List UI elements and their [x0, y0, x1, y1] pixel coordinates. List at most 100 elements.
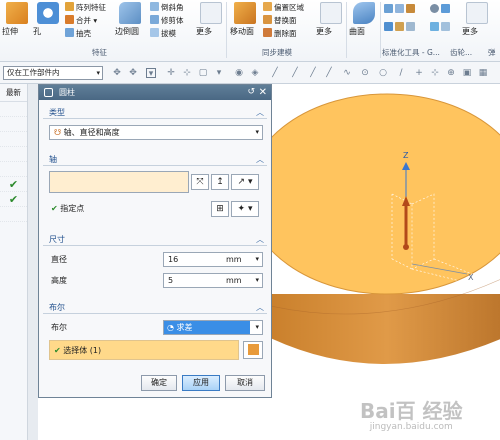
move-face-button[interactable]: 移动面: [230, 2, 260, 46]
std-tool-1[interactable]: [384, 4, 417, 15]
rectangle-select-icon[interactable]: ▢: [198, 68, 208, 78]
move-face-icon: [234, 2, 256, 24]
chamfer-icon: [150, 2, 159, 11]
graphics-viewport[interactable]: Z X: [272, 84, 500, 440]
point-icon[interactable]: ⊹: [430, 68, 440, 78]
curve-icon[interactable]: ∿: [342, 68, 352, 78]
height-input[interactable]: 5 mm ▾: [163, 273, 263, 288]
midpoint-icon[interactable]: ⊙: [360, 68, 370, 78]
delete-face-button[interactable]: 删除面: [263, 28, 297, 39]
edge-blend-button[interactable]: 边倒圆: [115, 2, 145, 46]
navigator-row[interactable]: ✔: [0, 177, 27, 192]
offset-region-button[interactable]: 偏置区域: [263, 2, 304, 13]
draft-button[interactable]: 拔模: [150, 28, 176, 39]
draft-icon: [150, 28, 159, 37]
tool-icon: [441, 22, 450, 31]
line-icon[interactable]: ╱: [324, 68, 334, 78]
vector-dialog-icon[interactable]: ↥: [211, 174, 229, 190]
point-icon: ✦: [237, 204, 246, 214]
circle-icon[interactable]: ○: [378, 68, 388, 78]
line-icon[interactable]: ╱: [308, 68, 318, 78]
extrude-button[interactable]: 拉伸: [2, 2, 32, 46]
cube-icon[interactable]: ◈: [250, 68, 260, 78]
vector-type-dropdown[interactable]: ↗ ▾: [231, 174, 259, 190]
shell-button[interactable]: 抽壳: [65, 28, 91, 39]
reset-icon[interactable]: ↺: [247, 85, 255, 100]
specify-vector-field[interactable]: [49, 171, 189, 193]
cylinder-dialog: 圆柱 ↺ ✕ 类型 ︿ ☋ 轴、直径和高度 ▾ 轴 ︿ ⤧ ↥ ↗ ▾ ✔ 指定…: [38, 84, 272, 398]
line-icon[interactable]: ╱: [290, 68, 300, 78]
plus-icon[interactable]: +: [414, 68, 424, 78]
navigator-row[interactable]: [0, 147, 27, 162]
unite-icon: [65, 15, 74, 24]
z-axis-label: Z: [403, 151, 409, 160]
dialog-title-bar[interactable]: 圆柱 ↺ ✕: [39, 85, 271, 100]
pattern-feature-button[interactable]: 阵列特征: [65, 2, 106, 13]
more-std-button[interactable]: 更多: [462, 2, 492, 46]
gear-tool-2[interactable]: [430, 22, 452, 33]
chamfer-button[interactable]: 倒斜角: [150, 2, 184, 13]
tool-icon: [441, 4, 450, 13]
point-icon[interactable]: ⊹: [182, 68, 192, 78]
specify-point-row[interactable]: ✔ 指定点: [51, 203, 84, 215]
snap-icon[interactable]: ✥: [112, 68, 122, 78]
axis-origin-point[interactable]: [403, 244, 409, 250]
hole-button[interactable]: 孔: [33, 2, 63, 46]
more-sync-button[interactable]: 更多: [316, 2, 346, 46]
unite-button[interactable]: 合并 ▾: [65, 15, 97, 26]
section-header-dimensions[interactable]: 尺寸 ︿: [43, 233, 267, 246]
ok-button[interactable]: 确定: [141, 375, 177, 391]
cancel-button[interactable]: 取消: [225, 375, 265, 391]
replace-face-button[interactable]: 替换面: [263, 15, 297, 26]
chevron-up-icon: ︿: [256, 303, 264, 312]
more-features-button[interactable]: 更多: [196, 2, 226, 46]
watermark: Bai百 经验 jingyan.baidu.com: [360, 399, 463, 432]
pattern-icon: [65, 2, 74, 11]
hole-icon: [37, 2, 59, 24]
view-icon[interactable]: ◉: [234, 68, 244, 78]
select-body-cube-icon[interactable]: [243, 341, 263, 359]
vector-icon: ↗: [237, 177, 246, 187]
slash-icon[interactable]: /: [396, 68, 406, 78]
section-header-axis[interactable]: 轴 ︿: [43, 153, 267, 166]
snap-icon[interactable]: ✛: [166, 68, 176, 78]
section-header-type[interactable]: 类型 ︿: [43, 106, 267, 119]
diameter-input[interactable]: 16 mm ▾: [163, 252, 263, 267]
navigator-row[interactable]: [0, 207, 27, 222]
ribbon-separator: [226, 2, 227, 58]
target-icon[interactable]: ⊕: [446, 68, 456, 78]
navigator-row[interactable]: [0, 117, 27, 132]
gear-icon: [430, 4, 439, 13]
point-type-dropdown[interactable]: ✦ ▾: [231, 201, 259, 217]
gear-tool-1[interactable]: [430, 4, 452, 15]
point-dialog-icon[interactable]: ⊞: [211, 201, 229, 217]
navigator-row[interactable]: ✔: [0, 192, 27, 207]
navigator-row[interactable]: [0, 102, 27, 117]
selection-scope-dropdown[interactable]: 仅在工作部件内 ▾: [3, 66, 103, 80]
close-icon[interactable]: ✕: [259, 85, 267, 100]
type-dropdown[interactable]: ☋ 轴、直径和高度 ▾: [49, 125, 263, 140]
snap-icon[interactable]: ✥: [128, 68, 138, 78]
ribbon-separator: [380, 2, 381, 58]
navigator-row[interactable]: [0, 162, 27, 177]
grid-icon[interactable]: ▦: [478, 68, 488, 78]
ribbon-separator: [346, 2, 347, 58]
section-header-boolean[interactable]: 布尔 ︿: [43, 301, 267, 314]
select-body-row[interactable]: ✔ 选择体 (1): [49, 340, 239, 360]
chevron-down-icon[interactable]: ▾: [214, 68, 224, 78]
navigator-row[interactable]: [0, 132, 27, 147]
edge-blend-icon: [119, 2, 141, 24]
part-navigator-strip: 最新 ✔ ✔: [0, 84, 28, 440]
line-icon[interactable]: ╱: [270, 68, 280, 78]
std-tool-2[interactable]: [384, 22, 417, 33]
trim-body-button[interactable]: 修剪体: [150, 15, 184, 26]
tool-icon: [384, 4, 393, 13]
navigator-column-header[interactable]: 最新: [0, 84, 27, 102]
surface-button[interactable]: 曲面: [349, 2, 379, 46]
apply-button[interactable]: 应用: [182, 375, 220, 391]
boolean-dropdown[interactable]: ◔ 求差 ▾: [163, 320, 263, 335]
reverse-direction-icon[interactable]: ⤧: [191, 174, 209, 190]
tool-icon: [384, 22, 393, 31]
layer-icon[interactable]: ▣: [462, 68, 472, 78]
select-box-icon[interactable]: ▾: [146, 68, 156, 79]
